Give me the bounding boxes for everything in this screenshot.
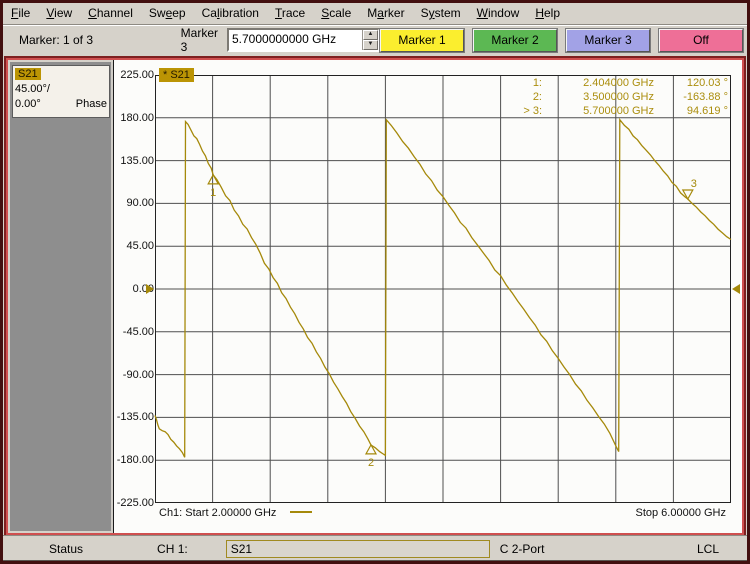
marker-stimulus-value[interactable]: 5.7000000000 GHz: [229, 30, 362, 50]
spin-up-button[interactable]: ▲: [363, 30, 378, 40]
marker-readout-row: 2: 3.500000 GHz -163.88 °: [532, 91, 728, 103]
menu-system[interactable]: System: [413, 3, 469, 22]
menu-help[interactable]: Help: [527, 3, 568, 22]
trace-label-chip[interactable]: * S21: [159, 68, 194, 82]
button-marker-1[interactable]: Marker 1: [379, 27, 465, 53]
marker-readout-row: 1: 2.404000 GHz 120.03 °: [532, 77, 728, 89]
trace-sidebar: S21 45.00°/ 0.00° Phase: [10, 62, 113, 531]
menu-trace[interactable]: Trace: [267, 3, 313, 22]
marker-toolbar: Marker: 1 of 3 Marker 3 5.7000000000 GHz…: [3, 25, 747, 55]
menu-view[interactable]: View: [38, 3, 80, 22]
button-off[interactable]: Off: [658, 27, 744, 53]
menu-sweep[interactable]: Sweep: [141, 3, 194, 22]
app-window: File View Channel Sweep Calibration Trace Scal…: [0, 0, 750, 564]
channel-label: CH 1:: [157, 541, 188, 556]
status-label: Status: [49, 541, 84, 556]
spinner-buttons: ▲ ▼: [362, 30, 378, 50]
x-axis-labels: Ch1: Start 2.00000 GHz Stop 6.00000 GHz: [155, 507, 726, 519]
graph-area: 225.00 180.00 135.00 90.00 45.00 0.00 -45.00 -9…: [113, 60, 742, 533]
menu-channel[interactable]: Channel: [80, 3, 141, 22]
trace-scale-per-div: 45.00°/: [15, 83, 50, 95]
start-frequency-label: Ch1: Start 2.00000 GHz: [159, 507, 277, 519]
menu-marker[interactable]: Marker: [359, 3, 412, 22]
y-tick-label: 135.00: [120, 154, 154, 167]
y-tick-label: -45.00: [122, 325, 154, 338]
y-tick-label: -90.00: [122, 368, 154, 381]
y-tick-label: 45.00: [126, 240, 154, 253]
spin-down-button[interactable]: ▼: [363, 40, 378, 50]
trace-status-panel: S21 45.00°/ 0.00° Phase: [12, 65, 110, 118]
marker-stimulus-label: Marker 3: [180, 26, 219, 54]
y-tick-label: 90.00: [126, 197, 154, 210]
correction-status: C 2-Port: [499, 541, 545, 556]
marker-button-group: Marker 1 Marker 2 Marker 3 Off: [379, 27, 744, 53]
marker-stimulus-spinbox[interactable]: 5.7000000000 GHz ▲ ▼: [227, 28, 380, 52]
y-tick-label: -225.00: [116, 497, 154, 509]
trace-reference-value: 0.00°: [15, 98, 41, 110]
marker-readout: 1: 2.404000 GHz 120.03 ° 2: 3.500000 GHz -163…: [510, 76, 728, 118]
menu-scale[interactable]: Scale: [313, 3, 359, 22]
trace-format-label: Phase: [75, 98, 107, 110]
menu-file[interactable]: File: [3, 3, 38, 22]
y-tick-label: 180.00: [120, 111, 154, 124]
y-tick-label: 225.00: [120, 69, 154, 81]
phase-trace-plot[interactable]: 1 2 3: [154, 75, 732, 503]
svg-text:3: 3: [691, 178, 697, 190]
display-client-area: S21 45.00°/ 0.00° Phase 225.00 180.00 135.…: [4, 56, 746, 537]
button-marker-3[interactable]: Marker 3: [565, 27, 651, 53]
svg-text:2: 2: [368, 457, 374, 469]
trace-color-key: [290, 511, 313, 514]
marker-status-label: Marker: 1 of 3: [19, 33, 94, 47]
y-tick-label: -180.00: [116, 454, 154, 467]
trace-name-chip[interactable]: S21: [15, 68, 41, 80]
lcl-mode-label: LCL: [696, 541, 719, 556]
menu-calibration[interactable]: Calibration: [194, 3, 267, 22]
measurement-box: S21: [225, 539, 490, 558]
y-tick-label: -135.00: [116, 411, 154, 424]
status-bar: Status CH 1: S21 C 2-Port LCL: [3, 535, 747, 561]
reference-level-indicator-left: [146, 284, 154, 294]
menu-bar: File View Channel Sweep Calibration Trace Scal…: [3, 3, 747, 25]
stop-frequency-label: Stop 6.00000 GHz: [635, 507, 726, 519]
reference-level-indicator-right: [732, 284, 740, 294]
menu-window[interactable]: Window: [469, 3, 528, 22]
marker-readout-row: > 3: 5.700000 GHz 94.619 °: [523, 105, 728, 117]
plot-grid[interactable]: 1 2 3 * S21 1: 2.404000 GHz 120.03 ° 2: 3.5000…: [154, 68, 732, 503]
svg-text:1: 1: [210, 187, 216, 199]
button-marker-2[interactable]: Marker 2: [472, 27, 558, 53]
